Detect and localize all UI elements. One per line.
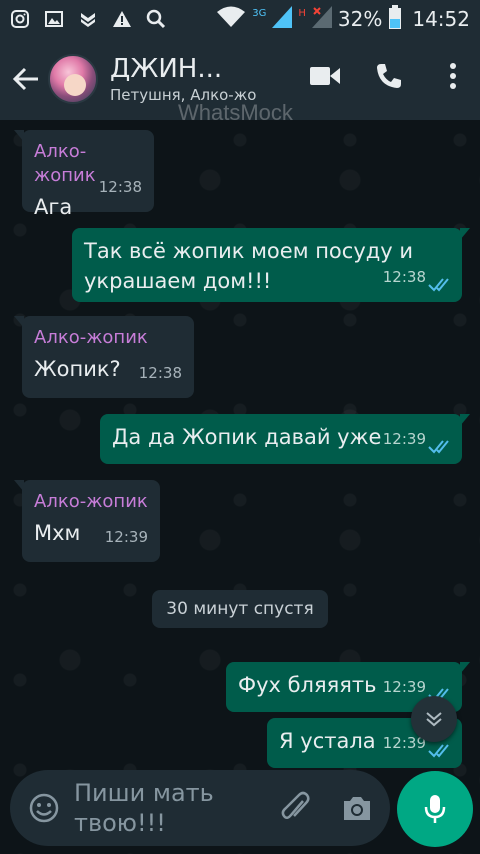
- message-bubble-incoming[interactable]: Алко-жопик Ага 12:38: [14, 130, 154, 219]
- emoji-button[interactable]: [24, 788, 64, 828]
- camera-button[interactable]: [338, 788, 376, 828]
- network-3g-label: 3G: [252, 7, 267, 19]
- message-bubble-outgoing[interactable]: Да да Жопик давай уже 12:39: [100, 414, 470, 464]
- voice-call-button[interactable]: [372, 56, 406, 96]
- message-bubble-incoming[interactable]: Алко-жопик Жопик? 12:38: [14, 316, 194, 398]
- avatar[interactable]: [48, 54, 98, 104]
- battery-icon: [388, 4, 402, 34]
- message-time: 12:39: [382, 430, 426, 448]
- message-composer: Пиши мать твою!!!: [10, 770, 390, 846]
- message-time: 12:38: [138, 364, 182, 382]
- double-check-icon: [428, 278, 449, 292]
- chat-info[interactable]: ДЖИН... Петушня, Алко-жо: [110, 54, 285, 104]
- message-time: 12:38: [382, 268, 426, 286]
- video-call-button[interactable]: [308, 56, 342, 96]
- camera-icon: [344, 797, 370, 820]
- message-input[interactable]: Пиши мать твою!!!: [74, 778, 254, 838]
- double-check-icon: [428, 744, 449, 758]
- back-arrow-icon: [12, 67, 38, 91]
- video-call-icon: [310, 67, 340, 85]
- sender-name: Алко-жопик: [34, 491, 148, 512]
- network-h-label: H: [298, 7, 306, 19]
- mic-icon: [424, 795, 446, 823]
- gallery-icon: [44, 9, 64, 29]
- watermark: WhatsMock: [178, 100, 293, 125]
- scroll-to-bottom-button[interactable]: [411, 696, 457, 742]
- chevron-down-icon: [426, 712, 442, 727]
- shield-icon: [78, 9, 98, 29]
- clock: 14:52: [412, 7, 470, 31]
- attach-icon: [281, 791, 310, 819]
- warning-icon: [112, 9, 132, 29]
- sender-name: Алко-жопик: [34, 327, 148, 348]
- voice-message-button[interactable]: [397, 771, 473, 847]
- more-vert-icon: [450, 63, 456, 89]
- message-time: 12:39: [104, 528, 148, 546]
- status-bar: 3G H 32% 14:52: [0, 0, 480, 38]
- emoji-icon: [29, 793, 59, 823]
- chat-title: ДЖИН...: [110, 54, 223, 84]
- chat-area[interactable]: Алко-жопик Ага 12:38 Так всё жопик моем …: [0, 120, 480, 854]
- message-bubble-incoming[interactable]: Алко-жопик Мхм 12:39: [14, 480, 160, 562]
- back-button[interactable]: [4, 49, 48, 109]
- signal-icon: [311, 5, 332, 33]
- wifi-icon: [216, 6, 246, 33]
- search-icon: [146, 9, 166, 29]
- double-check-icon: [428, 440, 449, 454]
- more-options-button[interactable]: [436, 56, 470, 96]
- signal-icon: [272, 5, 293, 33]
- battery-percent: 32%: [337, 7, 383, 31]
- message-time: 12:39: [382, 678, 426, 696]
- attach-button[interactable]: [278, 788, 314, 828]
- message-bubble-outgoing[interactable]: Так всё жопик моем посуду и украшаем дом…: [72, 228, 470, 302]
- phone-icon: [377, 64, 401, 88]
- instagram-icon: [10, 9, 30, 29]
- message-time: 12:38: [98, 178, 142, 196]
- time-divider: 30 минут спустя: [152, 590, 328, 628]
